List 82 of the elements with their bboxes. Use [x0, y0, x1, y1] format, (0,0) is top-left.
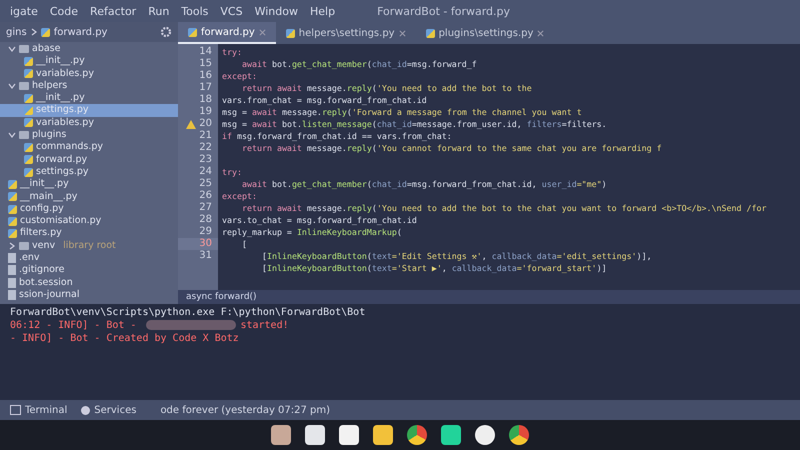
folder-icon: [19, 82, 29, 90]
tree-item[interactable]: __main__.py: [0, 190, 178, 203]
tree-item[interactable]: commands.py: [0, 141, 178, 154]
line-number: 15: [198, 58, 213, 70]
python-file-icon: [40, 28, 50, 36]
tree-item[interactable]: config.py: [0, 202, 178, 216]
file-icon: [8, 290, 16, 300]
editor-tab[interactable]: plugins\settings.py: [416, 22, 554, 44]
terminal-line: ForwardBot\venv\Scripts\python.exe F:\python\ForwardBot\Bot: [10, 307, 366, 318]
line-number: 27: [198, 202, 213, 214]
line-number: 22: [198, 142, 213, 154]
folder-icon: [19, 45, 29, 54]
browser-app-icon[interactable]: [407, 425, 427, 445]
menu-item[interactable]: Help: [310, 4, 336, 18]
tree-item[interactable]: customisation.py: [0, 215, 178, 228]
menu-item[interactable]: Tools: [181, 4, 208, 18]
editor-tab[interactable]: helpers\settings.py: [276, 22, 416, 44]
tool-window-button[interactable]: Services: [81, 404, 136, 416]
tree-item[interactable]: forward.py: [0, 154, 178, 166]
editor-breadcrumb[interactable]: async forward(): [178, 291, 265, 303]
line-number: 17: [198, 82, 213, 94]
log-line: 06:12 - INFO] - Bot -: [10, 320, 138, 331]
tree-item[interactable]: bot.session: [0, 276, 178, 289]
menu-item[interactable]: VCS: [220, 4, 243, 18]
line-number: 29: [198, 226, 213, 238]
menu-item[interactable]: igate: [10, 4, 38, 18]
log-line: - INFO] - Bot - Created by Code X Botz: [10, 333, 239, 344]
tree-item[interactable]: abase: [0, 43, 178, 56]
line-number: 23: [198, 154, 213, 166]
folder-icon: [19, 242, 29, 250]
chevron-right-icon[interactable]: [8, 242, 16, 250]
line-number: 16: [198, 70, 213, 82]
close-icon[interactable]: [537, 30, 544, 36]
tree-item[interactable]: .gitignore: [0, 264, 178, 277]
log-line: started!: [240, 320, 289, 331]
breadcrumb-item[interactable]: forward.py: [54, 26, 108, 38]
line-number: 25: [198, 178, 213, 190]
chevron-right-icon: [30, 28, 37, 36]
tree-item[interactable]: __init__.py: [0, 55, 178, 68]
tree-item[interactable]: __init__.py: [0, 178, 178, 191]
tool-window-button[interactable]: Terminal: [10, 404, 68, 416]
tree-item[interactable]: helpers: [0, 80, 178, 92]
line-number: 14: [198, 46, 213, 58]
menu-item[interactable]: Window: [254, 4, 298, 18]
line-number: 24: [198, 166, 213, 178]
line-number: 18: [198, 94, 213, 106]
tree-item[interactable]: variables.py: [0, 68, 178, 80]
status-message: ode forever (yesterday 07:27 pm): [160, 404, 330, 416]
close-icon[interactable]: [398, 30, 406, 36]
tree-item[interactable]: filters.py: [0, 227, 178, 240]
chevron-down-icon[interactable]: [8, 131, 16, 140]
tree-item[interactable]: plugins: [0, 129, 178, 142]
settings-icon[interactable]: [160, 26, 172, 38]
python-file-icon: [188, 28, 197, 36]
tree-item[interactable]: venv library root: [0, 240, 178, 252]
file-icon: [8, 265, 16, 276]
file-icon: [8, 278, 16, 288]
menu-item[interactable]: Run: [148, 4, 170, 18]
editor-tab[interactable]: forward.py: [178, 22, 276, 44]
line-number: 21: [198, 130, 213, 142]
breadcrumb-item[interactable]: gins: [6, 26, 27, 38]
python-file-icon: [286, 28, 295, 38]
line-number: 19: [198, 106, 213, 118]
chevron-down-icon[interactable]: [8, 45, 16, 54]
menu-item[interactable]: Refactor: [90, 4, 136, 18]
browser-app-icon[interactable]: [509, 425, 529, 445]
line-number: 28: [198, 214, 213, 226]
tree-item[interactable]: .env: [0, 252, 178, 264]
window-title: ForwardBot - forward.py: [377, 4, 510, 18]
tree-item[interactable]: settings.py: [0, 166, 178, 178]
menu-item[interactable]: Code: [50, 4, 78, 18]
python-file-icon: [426, 28, 435, 38]
line-number: 30: [178, 238, 218, 250]
folder-icon: [19, 131, 29, 140]
file-icon: [8, 253, 16, 264]
line-number: 26: [198, 190, 213, 202]
tree-item[interactable]: __init__.py: [0, 92, 178, 104]
line-number: 20: [178, 118, 218, 130]
tree-item[interactable]: variables.py: [0, 116, 178, 130]
tree-item[interactable]: ssion-journal: [0, 288, 178, 302]
line-number: 31: [198, 250, 213, 262]
chevron-down-icon[interactable]: [8, 82, 16, 90]
